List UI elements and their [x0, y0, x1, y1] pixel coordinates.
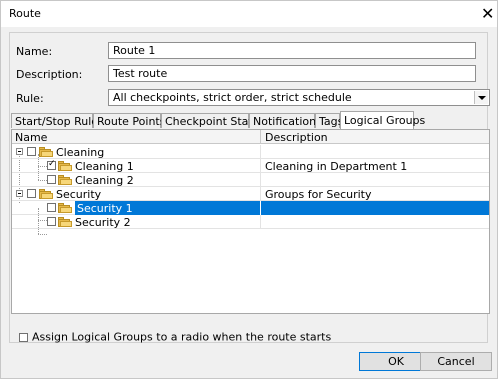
grid-header: Name Description	[12, 130, 489, 144]
cancel-button[interactable]: Cancel	[420, 352, 492, 371]
selection-highlight	[75, 201, 489, 215]
assign-groups-label: Assign Logical Groups to a radio when th…	[32, 330, 332, 344]
cell-separator	[260, 201, 261, 215]
folder-icon	[58, 161, 72, 171]
collapse-icon[interactable]	[16, 148, 23, 155]
rule-label: Rule:	[16, 92, 44, 105]
folder-icon	[58, 203, 72, 213]
tree-row-description: Cleaning in Department 1	[265, 160, 408, 173]
folder-icon	[58, 217, 72, 227]
tab-start-stop-rules[interactable]: Start/Stop Rules	[11, 113, 104, 128]
cell-separator	[260, 173, 261, 187]
column-header-name[interactable]: Name	[15, 131, 47, 144]
cell-separator	[260, 145, 261, 159]
dropdown-arrow-icon[interactable]	[474, 91, 488, 104]
tree-row-name: Cleaning	[56, 146, 105, 159]
column-separator[interactable]	[260, 130, 261, 143]
checkbox-icon[interactable]	[47, 203, 56, 212]
tree-row-security-2[interactable]: Security 2	[12, 215, 489, 229]
column-header-description[interactable]: Description	[265, 131, 328, 144]
tab-notifications[interactable]: Notifications	[249, 113, 322, 128]
checkbox-icon[interactable]	[19, 332, 28, 342]
checkbox-icon[interactable]	[47, 159, 56, 170]
tree-row-description: Groups for Security	[265, 188, 372, 201]
window-title: Route	[9, 7, 41, 20]
folder-icon	[39, 147, 53, 157]
folder-icon	[58, 175, 72, 185]
tab-route-points[interactable]: Route Points	[93, 113, 165, 128]
tree-row-name: Cleaning 1	[75, 160, 134, 173]
folder-icon	[39, 189, 53, 199]
cell-separator	[260, 159, 261, 173]
tree-row-name: Cleaning 2	[75, 174, 134, 187]
tree-row-name: Security 2	[75, 216, 131, 229]
route-dialog: Route ✕ Name: Route 1 Description: Test …	[0, 0, 498, 379]
description-field[interactable]: Test route	[108, 65, 476, 82]
rule-select[interactable]: All checkpoints, strict order, strict sc…	[108, 89, 490, 106]
title-bar: Route ✕	[1, 1, 497, 27]
cell-separator	[260, 187, 261, 201]
tree-row-security[interactable]: Security Groups for Security	[12, 187, 489, 201]
tab-logical-groups[interactable]: Logical Groups	[340, 111, 425, 129]
rule-select-value: All checkpoints, strict order, strict sc…	[113, 91, 352, 104]
checkbox-icon[interactable]	[27, 189, 36, 198]
tab-tags[interactable]: Tags	[315, 113, 343, 128]
checkbox-icon[interactable]	[27, 147, 36, 156]
assign-groups-option[interactable]: Assign Logical Groups to a radio when th…	[19, 330, 331, 344]
name-label: Name:	[16, 45, 53, 58]
close-icon[interactable]: ✕	[481, 1, 497, 27]
name-field[interactable]: Route 1	[108, 42, 476, 59]
collapse-icon[interactable]	[16, 190, 23, 197]
checkbox-icon[interactable]	[47, 217, 56, 226]
tree-row-name: Security	[56, 188, 102, 201]
description-label: Description:	[16, 68, 83, 81]
cell-separator	[260, 215, 261, 229]
tree-row-cleaning[interactable]: Cleaning	[12, 145, 489, 159]
tree-line	[38, 234, 47, 235]
tab-checkpoint-statuses[interactable]: Checkpoint Statuses	[161, 113, 278, 128]
tree-row-cleaning-1[interactable]: Cleaning 1 Cleaning in Department 1	[12, 159, 489, 173]
tree-row-name: Security 1	[77, 202, 133, 215]
tree-row-cleaning-2[interactable]: Cleaning 2	[12, 173, 489, 187]
checkbox-icon[interactable]	[47, 175, 56, 184]
tree-row-security-1[interactable]: Security 1	[12, 201, 489, 215]
